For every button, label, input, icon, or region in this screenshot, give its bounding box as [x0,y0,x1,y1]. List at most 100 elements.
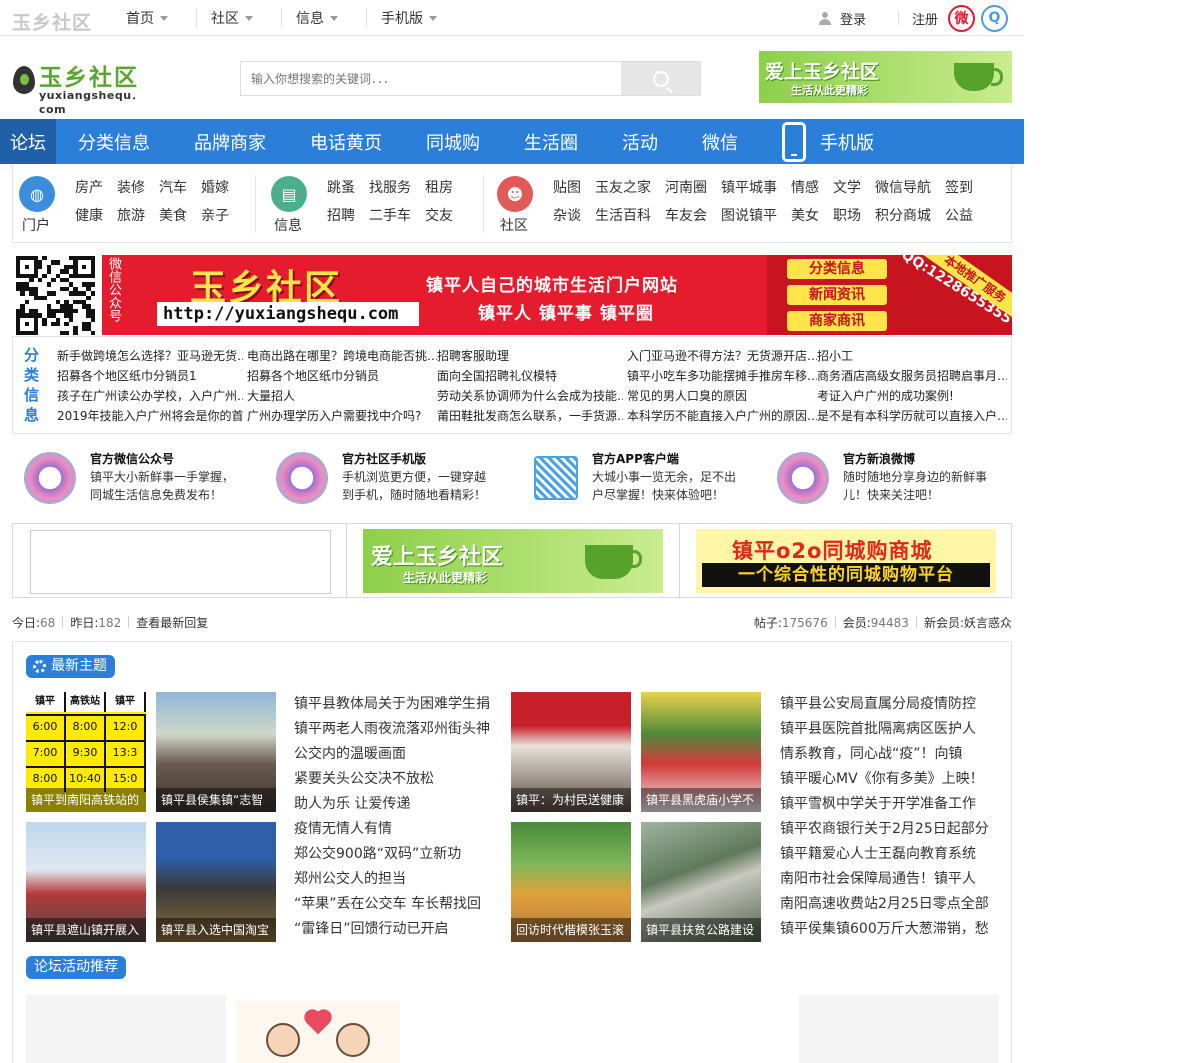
promo-banner[interactable]: 微信公众号 玉乡社区 http://yuxiangshequ.com 镇平人自己… [12,255,1012,335]
official-app[interactable]: 官方APP客户端 大城小事一览无余，足不出户尽掌握！快来体验吧！ [514,446,764,514]
classified-item[interactable]: 镇平小吃车多功能摆摊手推房车移… [627,366,817,386]
news-item[interactable]: 镇平县公安局直属分局疫情防控 [780,692,1000,717]
news-item[interactable]: 镇平雪枫中学关于开学准备工作 [780,792,1000,817]
category-link[interactable]: 婚嫁 [201,177,229,205]
topic-thumb[interactable]: 镇平 高铁站 镇平 6:00 8:00 12:0 7:00 9:30 13:3 8:00 10… [26,692,146,812]
classified-item[interactable]: 大量招人 [247,386,437,406]
main-nav-mobile[interactable]: 手机版 [760,119,896,164]
main-nav-forum[interactable]: 论坛 [0,119,56,164]
search-input[interactable] [241,62,622,95]
register-link[interactable]: 注册 [912,9,938,28]
topic-thumb[interactable]: 镇平县扶贫公路建设 [641,822,761,942]
category-link[interactable]: 美女 [791,205,819,233]
classified-item[interactable]: 常见的男人口臭的原因 [627,386,817,406]
main-nav-yellowpages[interactable]: 电话黄页 [288,119,404,164]
category-link[interactable]: 文学 [833,177,861,205]
category-link[interactable]: 交友 [425,205,453,233]
official-mobile[interactable]: 官方社区手机版 手机浏览更方便，一键穿越到手机，随时随地看精彩！ [264,446,514,514]
news-item[interactable]: 疫情无情人有情 [294,817,499,842]
news-item[interactable]: 镇平籍爱心人士王磊向教育系统 [780,842,1000,867]
activity-card[interactable] [26,995,226,1063]
category-link[interactable]: 签到 [945,177,973,205]
latest-reply-link[interactable]: 查看最新回复 [136,616,208,630]
news-item[interactable]: 镇平两老人雨夜流落邓州街头神 [294,717,499,742]
category-link[interactable]: 汽车 [159,177,187,205]
ad-banner-community[interactable]: 爱上玉乡社区 生活从此更精彩 [363,529,663,593]
category-link[interactable]: 车友会 [665,205,707,233]
category-link[interactable]: 图说镇平 [721,205,777,233]
classified-item[interactable]: 招小工 [817,346,1007,366]
main-nav-classified[interactable]: 分类信息 [56,119,172,164]
topic-thumb[interactable]: 镇平县入选中国淘宝 [156,822,276,942]
category-link[interactable]: 玉友之家 [595,177,651,205]
classified-item[interactable]: 招聘客服助理 [437,346,623,366]
category-link[interactable]: 美食 [159,205,187,233]
category-link[interactable]: 二手车 [369,205,411,233]
news-item[interactable]: 郑州公交人的担当 [294,867,499,892]
classified-item[interactable]: 电商出路在哪里？跨境电商能否挑… [247,346,437,366]
classified-item[interactable]: 新手做跨境怎么选择？亚马逊无货… [57,346,243,366]
top-nav-mobile[interactable]: 手机版 [381,0,451,36]
news-item[interactable]: 南阳高速收费站2月25日零点全部 [780,892,1000,917]
classified-item[interactable]: 考证入户广州的成功案例! [817,386,1007,406]
category-link[interactable]: 租房 [425,177,453,205]
activity-card-image[interactable] [236,1001,400,1063]
ad-placeholder[interactable] [30,530,331,594]
topic-thumb[interactable]: 镇平：为村民送健康 [511,692,631,812]
classified-item[interactable]: 面向全国招聘礼仪模特 [437,366,623,386]
topic-thumb[interactable]: 镇平县侯集镇“志智 [156,692,276,812]
news-item[interactable]: 紧要关头公交决不放松 [294,767,499,792]
activity-tab[interactable]: 论坛活动推荐 [26,956,126,979]
category-link[interactable]: 镇平城事 [721,177,777,205]
news-item[interactable]: “雷锋日”回馈行动已开启 [294,917,499,942]
news-item[interactable]: 助人为乐 让爱传递 [294,792,499,817]
main-nav-citybuy[interactable]: 同城购 [404,119,502,164]
classified-item[interactable]: 劳动关系协调师为什么会成为技能… [437,386,623,406]
news-item[interactable]: 镇平暖心MV《你有多美》上映！ [780,767,1000,792]
main-nav-lifecircle[interactable]: 生活圈 [502,119,600,164]
official-wechat[interactable]: 官方微信公众号 镇平大小新鲜事一手掌握，同城生活信息免费发布！ [12,446,262,514]
login-link[interactable]: 登录 [840,9,866,28]
site-logo[interactable]: 玉乡社区 yuxiangshequ．com [13,60,158,116]
category-link[interactable]: 情感 [791,177,819,205]
category-link[interactable]: 贴图 [553,177,581,205]
official-weibo[interactable]: 官方新浪微博 随时随地分享身边的新鲜事儿！快来关注吧！ [765,446,1015,514]
category-link[interactable]: 装修 [117,177,145,205]
category-link[interactable]: 亲子 [201,205,229,233]
classified-item[interactable]: 商务酒店高级女服务员招聘启事月… [817,366,1007,386]
category-label[interactable]: 门户 [22,215,50,235]
classified-item[interactable]: 招募各个地区纸巾分销员 [247,366,437,386]
weibo-icon[interactable]: 微 [948,4,975,32]
new-member-link[interactable]: 妖言惑众 [964,616,1012,630]
news-item[interactable]: 镇平县教体局关于为困难学生捐 [294,692,499,717]
category-link[interactable]: 找服务 [369,177,411,205]
topic-thumb[interactable]: 镇平县黑虎庙小学不 [641,692,761,812]
news-item[interactable]: 情系教育，同心战“疫”！向镇 [780,742,1000,767]
classified-item[interactable]: 莆田鞋批发商怎么联系，一手货源… [437,406,623,426]
header-banner[interactable]: 爱上玉乡社区 生活从此更精彩 [759,51,1012,103]
category-link[interactable]: 生活百科 [595,205,651,233]
category-link[interactable]: 房产 [75,177,103,205]
topic-thumb[interactable]: 回访时代楷模张玉滚 [511,822,631,942]
globe-icon[interactable]: ◍ [19,176,55,212]
classified-item[interactable]: 是不是有本科学历就可以直接入户… [817,406,1007,426]
category-link[interactable]: 职场 [833,205,861,233]
news-item[interactable]: 镇平农商银行关于2月25日起部分 [780,817,1000,842]
news-item[interactable]: 公交内的温暖画面 [294,742,499,767]
category-link[interactable]: 跳蚤 [327,177,355,205]
classified-item[interactable]: 招募各个地区纸巾分销员1 [57,366,243,386]
top-logo[interactable]: 玉乡社区 [12,8,92,35]
category-link[interactable]: 旅游 [117,205,145,233]
ad-banner-o2o[interactable]: 镇平o2o同城购商城 一个综合性的同城购物平台 [696,529,996,593]
main-nav-brands[interactable]: 品牌商家 [172,119,288,164]
qq-icon[interactable]: Q [981,4,1008,32]
latest-topics-tab[interactable]: 最新主题 [26,655,115,678]
people-icon[interactable]: ☻ [497,176,533,212]
main-nav-activity[interactable]: 活动 [600,119,680,164]
top-nav-info[interactable]: 信息 [296,0,352,36]
category-link[interactable]: 健康 [75,205,103,233]
main-nav-wechat[interactable]: 微信 [680,119,760,164]
classified-item[interactable]: 广州办理学历入户需要找中介吗? [247,406,437,426]
category-link[interactable]: 杂谈 [553,205,581,233]
category-link[interactable]: 河南圈 [665,177,707,205]
